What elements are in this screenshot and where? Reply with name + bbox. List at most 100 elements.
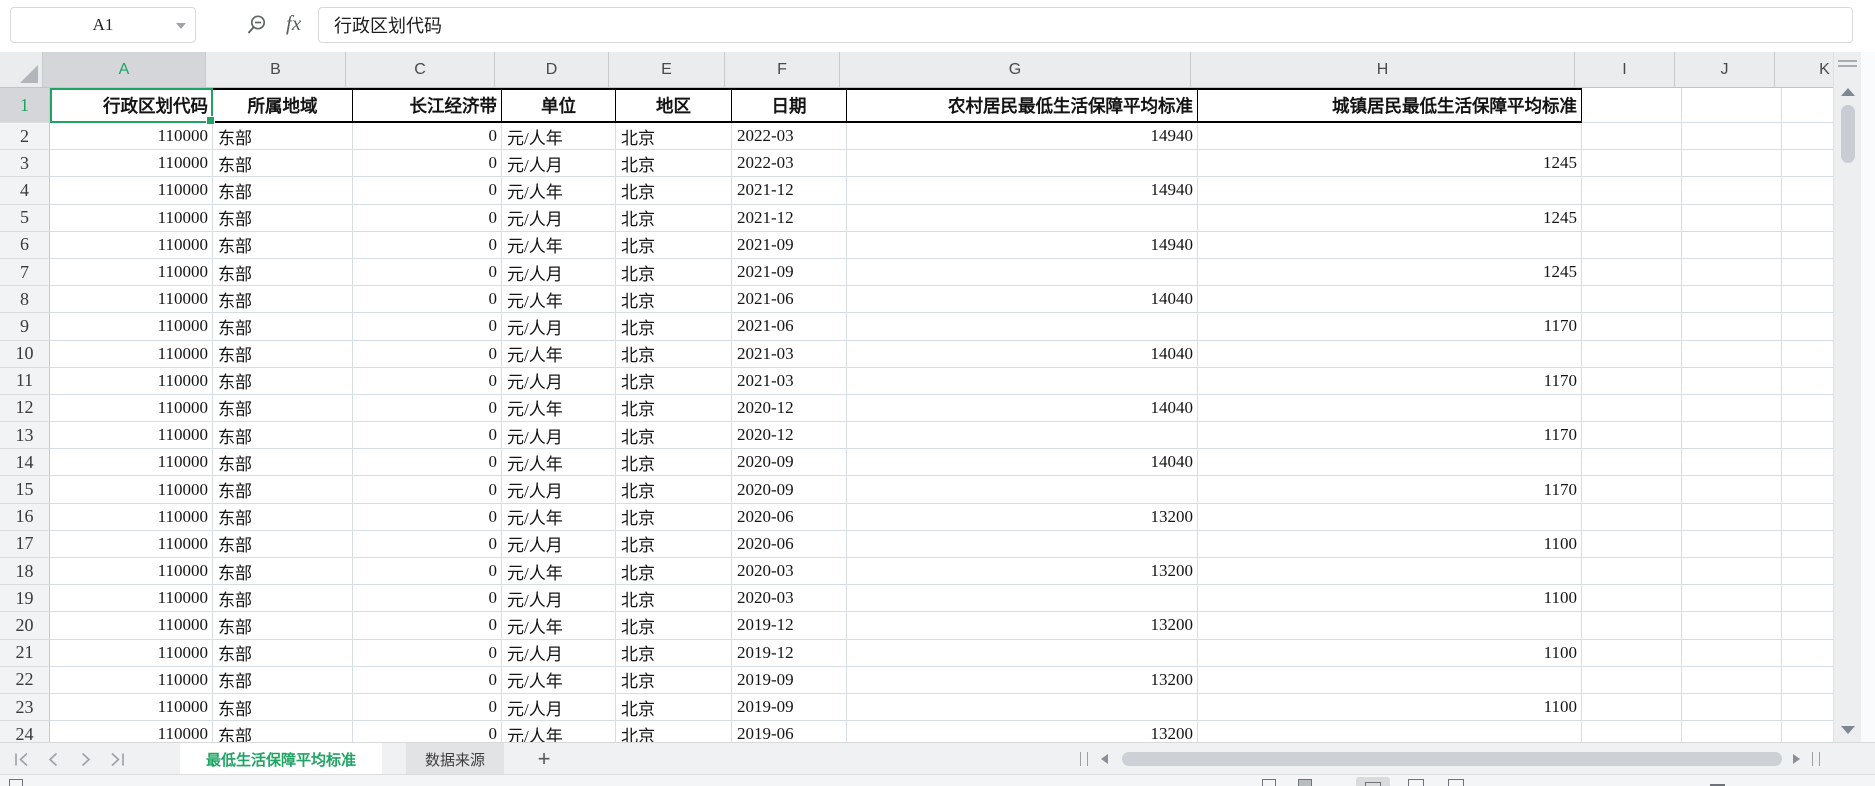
cell[interactable]: 北京 xyxy=(616,123,732,151)
row-header-23[interactable]: 23 xyxy=(0,693,50,722)
insert-function-fx-icon[interactable]: fx xyxy=(286,11,301,36)
row-header-9[interactable]: 9 xyxy=(0,313,50,341)
next-sheet-button[interactable] xyxy=(76,750,94,768)
cell[interactable]: 110000 xyxy=(50,123,213,151)
cell[interactable] xyxy=(1782,449,1833,477)
cell[interactable]: 北京 xyxy=(616,150,732,178)
cell[interactable]: 2021-06 xyxy=(732,313,847,341)
header-cell[interactable]: 行政区划代码 xyxy=(50,88,213,123)
cell[interactable]: 110000 xyxy=(50,258,213,287)
cell[interactable]: 110000 xyxy=(50,394,213,423)
cell[interactable]: 北京 xyxy=(616,503,732,531)
cell[interactable]: 2020-03 xyxy=(732,558,847,586)
cell[interactable]: 110000 xyxy=(50,177,213,205)
cell[interactable]: 1170 xyxy=(1198,476,1582,504)
cell[interactable] xyxy=(847,639,1198,667)
cell[interactable]: 北京 xyxy=(616,204,732,232)
cell[interactable]: 14940 xyxy=(847,177,1198,205)
cell[interactable] xyxy=(1582,503,1682,531)
row-header-24[interactable]: 24 xyxy=(0,721,50,742)
cell[interactable]: 1245 xyxy=(1198,258,1582,287)
cell[interactable] xyxy=(1782,476,1833,504)
cell[interactable]: 0 xyxy=(353,612,502,640)
first-sheet-button[interactable] xyxy=(12,750,30,768)
cell[interactable]: 0 xyxy=(353,367,502,395)
column-header-I[interactable]: I xyxy=(1575,52,1675,87)
cell[interactable] xyxy=(1682,340,1782,368)
cell[interactable]: 0 xyxy=(353,639,502,667)
cell[interactable]: 东部 xyxy=(213,639,353,667)
vertical-scrollbar-thumb[interactable] xyxy=(1841,105,1855,163)
cell[interactable]: 14040 xyxy=(847,449,1198,477)
cell[interactable] xyxy=(1682,639,1782,667)
cell[interactable]: 0 xyxy=(353,530,502,558)
column-header-D[interactable]: D xyxy=(495,52,609,87)
cell[interactable]: 110000 xyxy=(50,204,213,232)
cell[interactable]: 元/人年 xyxy=(502,721,616,742)
cell[interactable]: 2020-03 xyxy=(732,585,847,613)
cell[interactable] xyxy=(1682,612,1782,640)
column-header-E[interactable]: E xyxy=(609,52,725,87)
cell[interactable] xyxy=(1682,530,1782,558)
cell[interactable]: 13200 xyxy=(847,558,1198,586)
cell[interactable] xyxy=(847,476,1198,504)
cell[interactable]: 0 xyxy=(353,585,502,613)
cell[interactable]: 110000 xyxy=(50,231,213,259)
tab-inactive-sheet[interactable]: 数据来源 xyxy=(406,743,505,775)
cell[interactable] xyxy=(1582,639,1682,667)
cell[interactable]: 元/人年 xyxy=(502,286,616,314)
cell[interactable] xyxy=(847,530,1198,558)
cell[interactable]: 2021-12 xyxy=(732,177,847,205)
cell[interactable] xyxy=(847,693,1198,722)
cell[interactable]: 元/人年 xyxy=(502,558,616,586)
cell[interactable]: 2020-09 xyxy=(732,476,847,504)
cell[interactable]: 元/人月 xyxy=(502,585,616,613)
cell[interactable] xyxy=(1782,340,1833,368)
cell[interactable] xyxy=(1682,585,1782,613)
cell[interactable] xyxy=(1682,693,1782,722)
row-header-10[interactable]: 10 xyxy=(0,340,50,368)
cell[interactable]: 东部 xyxy=(213,530,353,558)
cell[interactable]: 110000 xyxy=(50,150,213,178)
cell[interactable] xyxy=(1782,558,1833,586)
column-header-B[interactable]: B xyxy=(206,52,346,87)
cell[interactable] xyxy=(1582,721,1682,742)
cell[interactable]: 北京 xyxy=(616,231,732,259)
cell[interactable]: 北京 xyxy=(616,585,732,613)
cell[interactable]: 北京 xyxy=(616,721,732,742)
cell[interactable] xyxy=(1582,286,1682,314)
cell[interactable]: 2020-09 xyxy=(732,449,847,477)
cell[interactable]: 东部 xyxy=(213,394,353,423)
cell[interactable]: 0 xyxy=(353,258,502,287)
cell[interactable] xyxy=(1682,88,1782,123)
cell[interactable]: 2020-06 xyxy=(732,530,847,558)
cell[interactable]: 0 xyxy=(353,286,502,314)
status-book-icon[interactable] xyxy=(1298,779,1312,786)
cell[interactable]: 东部 xyxy=(213,231,353,259)
cell[interactable]: 元/人月 xyxy=(502,367,616,395)
column-header-C[interactable]: C xyxy=(346,52,495,87)
cell[interactable]: 2020-12 xyxy=(732,394,847,423)
cell[interactable]: 东部 xyxy=(213,721,353,742)
row-header-11[interactable]: 11 xyxy=(0,367,50,395)
cell[interactable] xyxy=(1198,394,1582,423)
cell[interactable] xyxy=(1582,530,1682,558)
cell[interactable] xyxy=(1682,476,1782,504)
cell[interactable]: 东部 xyxy=(213,422,353,450)
cell[interactable]: 110000 xyxy=(50,449,213,477)
cell[interactable] xyxy=(1782,422,1833,450)
cell[interactable]: 110000 xyxy=(50,503,213,531)
cell[interactable]: 东部 xyxy=(213,123,353,151)
cell[interactable]: 1245 xyxy=(1198,150,1582,178)
row-header-14[interactable]: 14 xyxy=(0,449,50,477)
cell[interactable] xyxy=(1582,612,1682,640)
row-header-2[interactable]: 2 xyxy=(0,123,50,151)
cell[interactable] xyxy=(1582,422,1682,450)
cell[interactable] xyxy=(847,367,1198,395)
cell[interactable] xyxy=(1582,449,1682,477)
row-header-4[interactable]: 4 xyxy=(0,177,50,205)
cell[interactable] xyxy=(1782,177,1833,205)
cell[interactable] xyxy=(1682,394,1782,423)
header-cell[interactable]: 农村居民最低生活保障平均标准 xyxy=(847,88,1198,123)
cell[interactable]: 110000 xyxy=(50,558,213,586)
